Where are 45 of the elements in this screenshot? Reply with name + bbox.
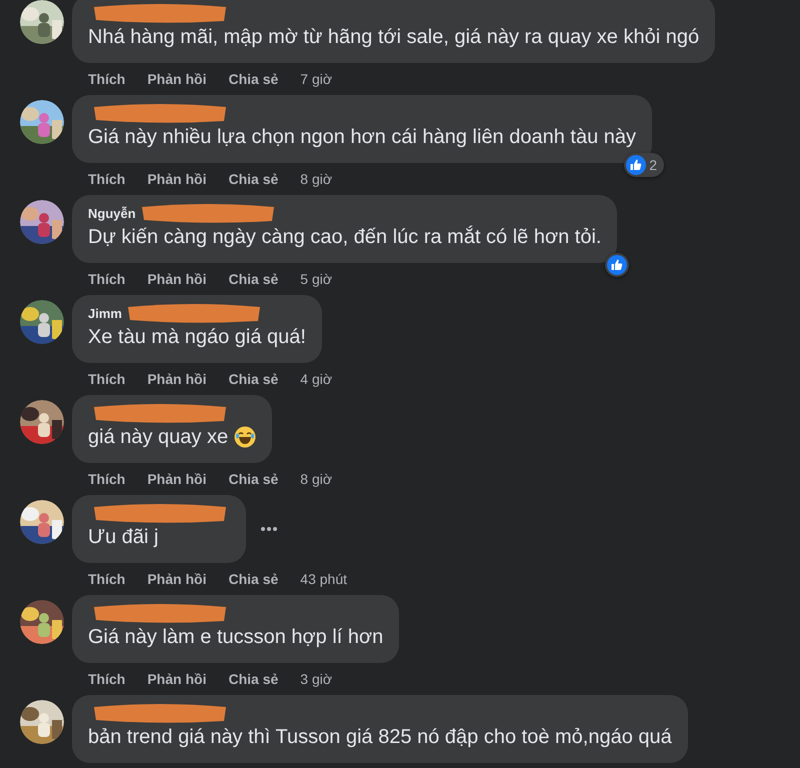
- laughing-emoji-icon: [234, 426, 256, 448]
- more-options-icon[interactable]: [260, 526, 278, 532]
- reply-link[interactable]: Phản hồi: [147, 371, 206, 387]
- like-link[interactable]: Thích: [88, 371, 126, 387]
- like-link[interactable]: Thích: [88, 171, 126, 187]
- comment-text: Giá này nhiều lựa chọn ngon hơn cái hàng liên doanh tàu này: [88, 125, 636, 150]
- share-link[interactable]: Chia sẻ: [228, 71, 278, 87]
- share-link[interactable]: Chia sẻ: [228, 671, 278, 687]
- comment-time[interactable]: 7 giờ: [300, 71, 332, 87]
- share-link[interactable]: Chia sẻ: [228, 571, 278, 587]
- reply-link[interactable]: Phản hồi: [147, 571, 206, 587]
- reaction-count: 2: [649, 157, 658, 173]
- like-link[interactable]: Thích: [88, 71, 126, 87]
- share-link[interactable]: Chia sẻ: [228, 271, 278, 287]
- comment-text: giá này quay xe: [88, 425, 228, 450]
- comment-time[interactable]: 8 giờ: [300, 171, 332, 187]
- share-link[interactable]: Chia sẻ: [228, 471, 278, 487]
- reaction-badge[interactable]: [605, 253, 630, 277]
- like-link[interactable]: Thích: [88, 271, 126, 287]
- share-link[interactable]: Chia sẻ: [228, 171, 278, 187]
- comment-time[interactable]: 4 giờ: [300, 371, 332, 387]
- comment-time[interactable]: 5 giờ: [300, 271, 332, 287]
- comment-time[interactable]: 43 phút: [300, 571, 347, 587]
- comment-time[interactable]: 3 giờ: [300, 671, 332, 687]
- comment-text: Ưu đãi j: [88, 525, 158, 550]
- reply-link[interactable]: Phản hồi: [147, 471, 206, 487]
- thumbs-up-icon: [607, 255, 628, 275]
- comment-text: Xe tàu mà ngáo giá quá!: [88, 325, 306, 350]
- reaction-badge[interactable]: 2: [624, 153, 664, 177]
- share-link[interactable]: Chia sẻ: [228, 371, 278, 387]
- comment-text: bản trend giá này thì Tusson giá 825 nó đập cho toè mỏ,ngáo quá: [88, 725, 672, 750]
- like-link[interactable]: Thích: [88, 671, 126, 687]
- reply-link[interactable]: Phản hồi: [147, 271, 206, 287]
- reply-link[interactable]: Phản hồi: [147, 171, 206, 187]
- comment-text: Giá này làm e tucsson hợp lí hơn: [88, 625, 384, 650]
- comment-text: Dự kiến càng ngày càng cao, đến lúc ra mắt có lẽ hơn tỏi.: [88, 224, 602, 250]
- like-link[interactable]: Thích: [88, 571, 126, 587]
- author-name[interactable]: Nguyễn: [88, 206, 136, 220]
- comment-text: Nhá hàng mãi, mập mờ từ hãng tới sale, giá này ra quay xe khỏi ngó: [88, 25, 700, 50]
- author-name[interactable]: Jimm: [88, 306, 122, 320]
- comment-time[interactable]: 8 giờ: [300, 471, 332, 487]
- reply-link[interactable]: Phản hồi: [147, 671, 206, 687]
- like-link[interactable]: Thích: [88, 471, 126, 487]
- reply-link[interactable]: Phản hồi: [147, 71, 206, 87]
- thumbs-up-icon: [626, 155, 646, 175]
